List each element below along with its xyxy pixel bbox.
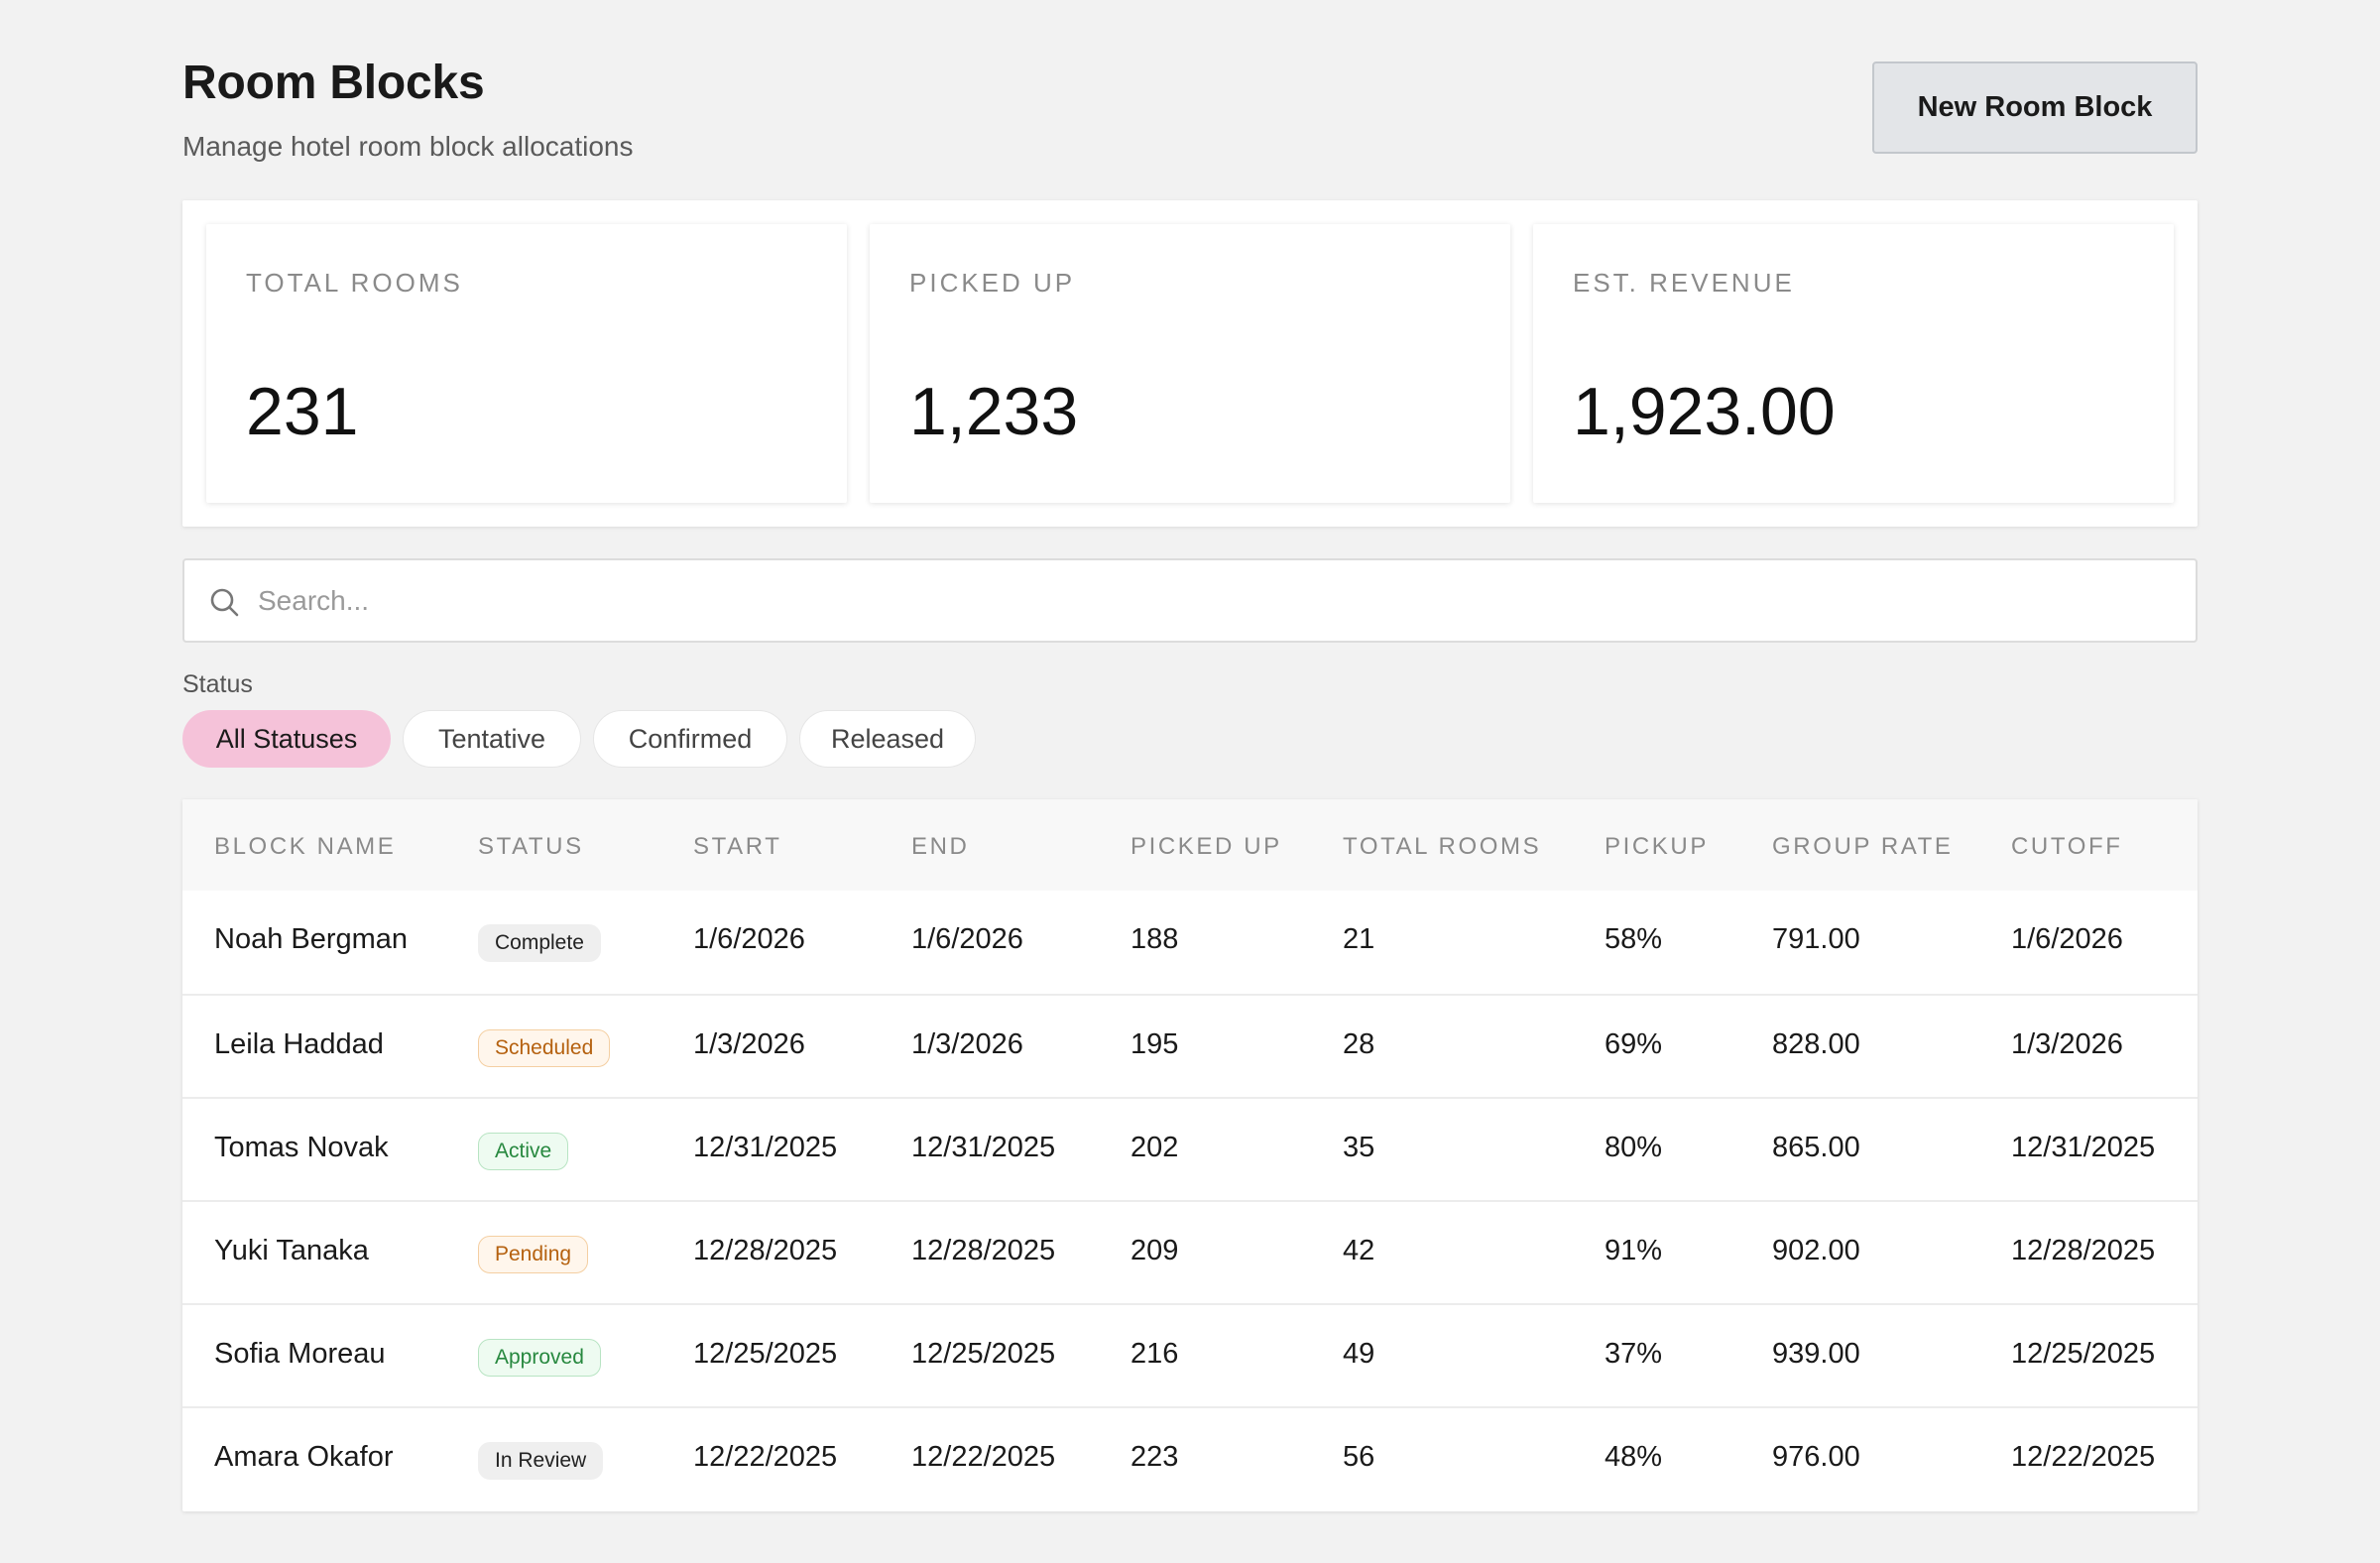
column-header-end[interactable]: END [911,833,969,861]
search-input[interactable] [258,560,2172,641]
cell-start: 12/22/2025 [693,1441,838,1473]
page-subtitle: Manage hotel room block allocations [182,131,634,162]
cell-end: 1/6/2026 [911,923,1023,955]
stat-label: EST. REVENUE [1573,268,1795,298]
cell-start: 12/31/2025 [693,1132,838,1163]
page-title: Room Blocks [182,57,485,109]
cell-cutoff: 12/31/2025 [2011,1132,2156,1163]
cell-pickup: 48% [1605,1441,1663,1473]
cell-block-name: Noah Bergman [214,923,409,955]
cell-picked-up: 195 [1130,1028,1179,1060]
cell-cutoff: 12/22/2025 [2011,1441,2156,1473]
search-box[interactable] [182,558,2198,643]
column-header-cutoff[interactable]: CUTOFF [2011,833,2122,861]
cell-end: 12/28/2025 [911,1235,1056,1266]
cell-total-rooms: 49 [1343,1338,1375,1370]
column-header-block-name[interactable]: BLOCK NAME [214,833,396,861]
cell-cutoff: 12/25/2025 [2011,1338,2156,1370]
stat-card-est-revenue: EST. REVENUE 1,923.00 [1533,224,2174,503]
cell-start: 1/6/2026 [693,923,805,955]
status-badge: Scheduled [478,1029,611,1067]
cell-cutoff: 12/28/2025 [2011,1235,2156,1266]
cell-block-name: Leila Haddad [214,1028,384,1060]
stat-value: 1,923.00 [1573,374,1836,449]
column-header-pickup[interactable]: PICKUP [1605,833,1709,861]
table-row[interactable]: Leila Haddad Scheduled 1/3/2026 1/3/2026… [182,994,2198,1097]
table-header: BLOCK NAME STATUS START END PICKED UP TO… [182,799,2198,891]
cell-end: 12/25/2025 [911,1338,1056,1370]
table-row[interactable]: Yuki Tanaka Pending 12/28/2025 12/28/202… [182,1200,2198,1303]
cell-start: 1/3/2026 [693,1028,805,1060]
status-badge: Approved [478,1339,601,1377]
cell-total-rooms: 28 [1343,1028,1375,1060]
stat-label: PICKED UP [909,268,1076,298]
status-badge: In Review [478,1442,604,1480]
stat-card-picked-up: PICKED UP 1,233 [870,224,1510,503]
cell-group-rate: 865.00 [1772,1132,1860,1163]
chip-tentative[interactable]: Tentative [403,710,581,768]
cell-pickup: 58% [1605,923,1663,955]
cell-total-rooms: 21 [1343,923,1375,955]
column-header-picked-up[interactable]: PICKED UP [1130,833,1282,861]
cell-total-rooms: 42 [1343,1235,1375,1266]
stat-value: 231 [246,374,359,449]
status-filter-label: Status [182,670,253,698]
cell-picked-up: 202 [1130,1132,1179,1163]
stat-card-total-rooms: TOTAL ROOMS 231 [206,224,847,503]
status-badge: Active [478,1133,569,1170]
cell-picked-up: 223 [1130,1441,1179,1473]
column-header-status[interactable]: STATUS [478,833,584,861]
cell-total-rooms: 56 [1343,1441,1375,1473]
table-row[interactable]: Noah Bergman Complete 1/6/2026 1/6/2026 … [182,891,2198,994]
table-row[interactable]: Amara Okafor In Review 12/22/2025 12/22/… [182,1406,2198,1509]
cell-picked-up: 188 [1130,923,1179,955]
cell-cutoff: 1/6/2026 [2011,923,2123,955]
chip-all-statuses[interactable]: All Statuses [182,710,391,768]
cell-block-name: Amara Okafor [214,1441,394,1473]
cell-block-name: Yuki Tanaka [214,1235,369,1266]
cell-picked-up: 216 [1130,1338,1179,1370]
cell-total-rooms: 35 [1343,1132,1375,1163]
cell-group-rate: 939.00 [1772,1338,1860,1370]
cell-pickup: 37% [1605,1338,1663,1370]
cell-group-rate: 976.00 [1772,1441,1860,1473]
chip-released[interactable]: Released [799,710,976,768]
cell-group-rate: 791.00 [1772,923,1860,955]
column-header-group-rate[interactable]: GROUP RATE [1772,833,1953,861]
stat-value: 1,233 [909,374,1079,449]
table-row[interactable]: Sofia Moreau Approved 12/25/2025 12/25/2… [182,1303,2198,1406]
cell-block-name: Tomas Novak [214,1132,389,1163]
column-header-total-rooms[interactable]: TOTAL ROOMS [1343,833,1541,861]
status-badge: Pending [478,1236,589,1273]
cell-group-rate: 828.00 [1772,1028,1860,1060]
cell-block-name: Sofia Moreau [214,1338,386,1370]
stats-panel: TOTAL ROOMS 231 PICKED UP 1,233 EST. REV… [182,200,2198,527]
table-row[interactable]: Tomas Novak Active 12/31/2025 12/31/2025… [182,1097,2198,1200]
chip-confirmed[interactable]: Confirmed [593,710,787,768]
stat-label: TOTAL ROOMS [246,268,463,298]
cell-end: 12/31/2025 [911,1132,1056,1163]
status-badge: Complete [478,924,601,962]
page-header: Room Blocks Manage hotel room block allo… [182,52,2198,171]
cell-group-rate: 902.00 [1772,1235,1860,1266]
cell-start: 12/25/2025 [693,1338,838,1370]
cell-end: 1/3/2026 [911,1028,1023,1060]
column-header-start[interactable]: START [693,833,781,861]
cell-end: 12/22/2025 [911,1441,1056,1473]
new-room-block-button[interactable]: New Room Block [1872,61,2198,154]
cell-pickup: 91% [1605,1235,1663,1266]
room-blocks-table: BLOCK NAME STATUS START END PICKED UP TO… [182,799,2198,1511]
cell-picked-up: 209 [1130,1235,1179,1266]
cell-pickup: 69% [1605,1028,1663,1060]
cell-pickup: 80% [1605,1132,1663,1163]
cell-cutoff: 1/3/2026 [2011,1028,2123,1060]
search-icon [210,588,239,617]
cell-start: 12/28/2025 [693,1235,838,1266]
